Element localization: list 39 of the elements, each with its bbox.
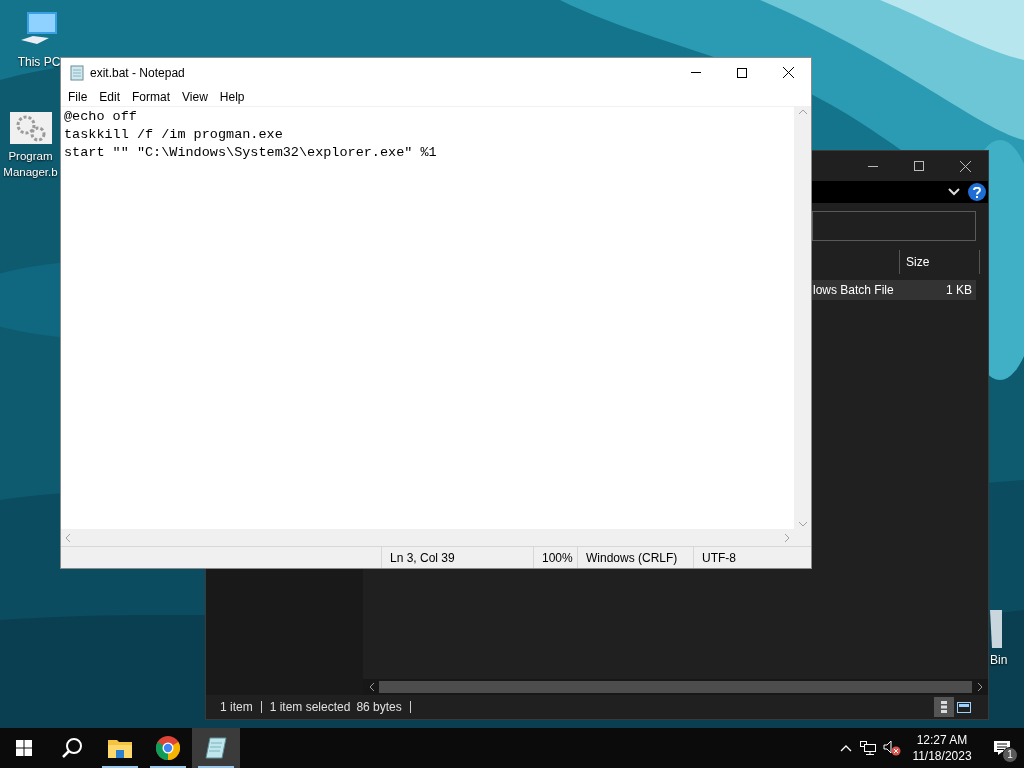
- code-line: taskkill /f /im progman.exe: [64, 126, 283, 144]
- file-row[interactable]: lows Batch File 1 KB: [812, 280, 976, 300]
- notepad-icon[interactable]: [204, 736, 228, 760]
- status-text: 86 bytes: [356, 699, 402, 716]
- table-cell-text: 1 KB: [945, 282, 973, 299]
- table-cell-text: lows Batch File: [813, 282, 895, 299]
- clock-time[interactable]: 12:27 AM: [916, 732, 968, 748]
- status-text: 100%: [533, 547, 577, 568]
- horizontal-scrollbar[interactable]: [363, 679, 988, 695]
- desktop-icon-label[interactable]: Program Manager.b: [1, 148, 60, 180]
- code-line: start "" "C:\Windows\System32\explorer.exe" %1: [64, 144, 437, 162]
- chevron-down-icon[interactable]: [948, 188, 960, 196]
- notification-count: 1: [1002, 747, 1018, 763]
- code-line: @echo off: [64, 108, 137, 126]
- help-icon[interactable]: [968, 183, 986, 201]
- column-header[interactable]: Size: [900, 250, 979, 274]
- menu-item[interactable]: View: [176, 86, 214, 107]
- clock-date[interactable]: 11/18/2023: [912, 748, 972, 764]
- details-view-icon[interactable]: [934, 697, 954, 717]
- text-area[interactable]: @echo off taskkill /f /im progman.exe start "" "C:\Windows\System32\explorer.exe" %1: [61, 107, 794, 529]
- menu-item[interactable]: Edit: [93, 86, 127, 107]
- chrome-icon[interactable]: [156, 736, 180, 760]
- status-text: Ln 3, Col 39: [381, 547, 533, 568]
- menu-item[interactable]: Help: [213, 86, 251, 107]
- folder-icon[interactable]: [108, 738, 132, 758]
- notification-button[interactable]: 1: [980, 728, 1024, 768]
- status-text: 1 item: [220, 699, 253, 716]
- status-text: Windows (CRLF): [577, 547, 693, 568]
- status-text: UTF-8: [693, 547, 793, 568]
- status-text: 1 item selected: [269, 699, 351, 716]
- notepad-icon: [69, 64, 85, 81]
- desktop-icon-label[interactable]: This PC: [17, 54, 61, 70]
- taskbar-button[interactable]: [192, 728, 240, 768]
- window-title: exit.bat - Notepad: [90, 64, 185, 82]
- menu-item[interactable]: Format: [126, 86, 177, 107]
- desktop-icon-label[interactable]: Bin: [990, 652, 1008, 668]
- gears-icon: [9, 112, 52, 144]
- menu-item[interactable]: File: [62, 86, 94, 107]
- search-field[interactable]: [812, 210, 976, 241]
